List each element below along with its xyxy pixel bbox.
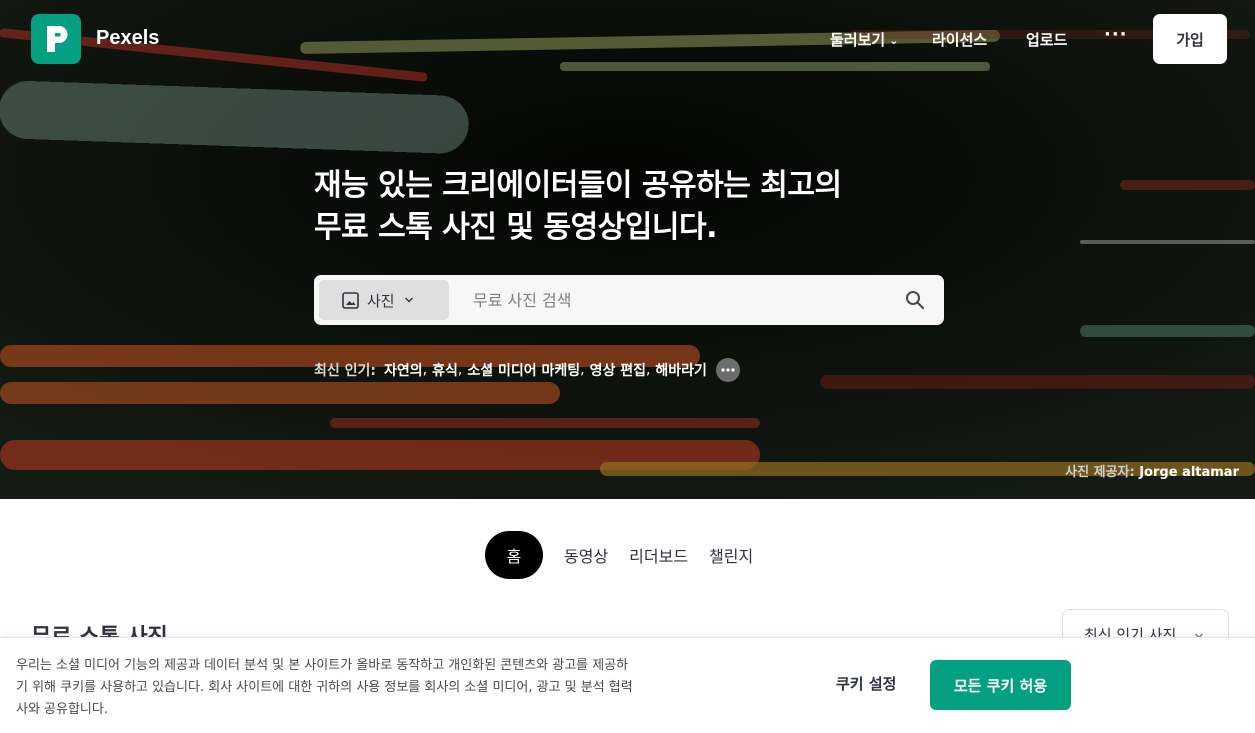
nav-upload[interactable]: 업로드 xyxy=(1026,29,1067,50)
top-nav: Pexels 둘러보기 ⌄ 라이선스 업로드 ··· 가입 xyxy=(0,0,1255,78)
headline-line-2: 무료 스톡 사진 및 동영상입니다. xyxy=(314,210,717,245)
more-menu-icon[interactable]: ··· xyxy=(1104,24,1128,45)
tab-home[interactable]: 홈 xyxy=(485,531,543,579)
trending-link[interactable]: 휴식 xyxy=(432,360,458,380)
trending-separator: , xyxy=(457,362,463,378)
nav-explore-label: 둘러보기 xyxy=(830,31,886,49)
cookie-banner: 우리는 소셜 미디어 기능의 제공과 데이터 분석 및 본 사이트가 올바로 동… xyxy=(0,637,1255,733)
tab-challenges[interactable]: 챌린지 xyxy=(709,543,753,567)
trending-separator: , xyxy=(422,362,428,378)
pexels-logo-icon[interactable] xyxy=(31,14,81,64)
nav-explore[interactable]: 둘러보기 ⌄ xyxy=(830,29,898,50)
trending-link[interactable]: 소셜 미디어 마케팅 xyxy=(467,360,580,380)
search-icon[interactable] xyxy=(905,290,925,310)
photographer-link[interactable]: Jorge altamar xyxy=(1139,465,1239,480)
trending-link[interactable]: 해바라기 xyxy=(655,360,707,380)
headline-line-1: 재능 있는 크리에이터들이 공유하는 최고의 xyxy=(314,168,842,203)
media-type-label: 사진 xyxy=(367,291,395,310)
cookie-message: 우리는 소셜 미디어 기능의 제공과 데이터 분석 및 본 사이트가 올바로 동… xyxy=(16,658,633,717)
join-button[interactable]: 가입 xyxy=(1153,14,1227,64)
trending-separator: , xyxy=(580,362,585,378)
nav-license[interactable]: 라이선스 xyxy=(932,29,987,50)
brand-name[interactable]: Pexels xyxy=(96,27,159,50)
hero-headline: 재능 있는 크리에이터들이 공유하는 최고의 무료 스톡 사진 및 동영상입니다… xyxy=(314,165,954,249)
photo-credit: 사진 제공자: Jorge altamar xyxy=(1065,461,1239,480)
cookie-settings-button[interactable]: 쿠키 설정 xyxy=(836,673,896,694)
trending-searches: 최신 인기: 자연의, 휴식, 소셜 미디어 마케팅, 영상 편집, 해바라기 xyxy=(314,358,740,382)
tab-videos[interactable]: 동영상 xyxy=(564,543,608,567)
trending-separator: , xyxy=(645,362,651,378)
trending-label: 최신 인기: xyxy=(314,363,376,379)
media-type-dropdown[interactable]: 사진 xyxy=(319,280,449,320)
search-bar: 사진 xyxy=(314,275,944,325)
chevron-down-icon: ⌄ xyxy=(889,34,899,47)
content-tabs: 홈 동영상 리더보드 챌린지 xyxy=(485,531,774,579)
trending-link[interactable]: 자연의 xyxy=(384,360,423,380)
search-input[interactable] xyxy=(473,287,893,313)
image-icon xyxy=(342,291,359,309)
trending-link[interactable]: 영상 편집 xyxy=(590,360,646,380)
tab-leaderboard[interactable]: 리더보드 xyxy=(629,543,688,567)
hero-banner: Pexels 둘러보기 ⌄ 라이선스 업로드 ··· 가입 재능 있는 크리에이터… xyxy=(0,0,1255,499)
credit-label: 사진 제공자: xyxy=(1065,465,1135,480)
chevron-down-icon xyxy=(404,297,413,303)
accept-all-cookies-button[interactable]: 모든 쿠키 허용 xyxy=(930,660,1071,710)
more-trending-icon[interactable] xyxy=(715,358,740,382)
